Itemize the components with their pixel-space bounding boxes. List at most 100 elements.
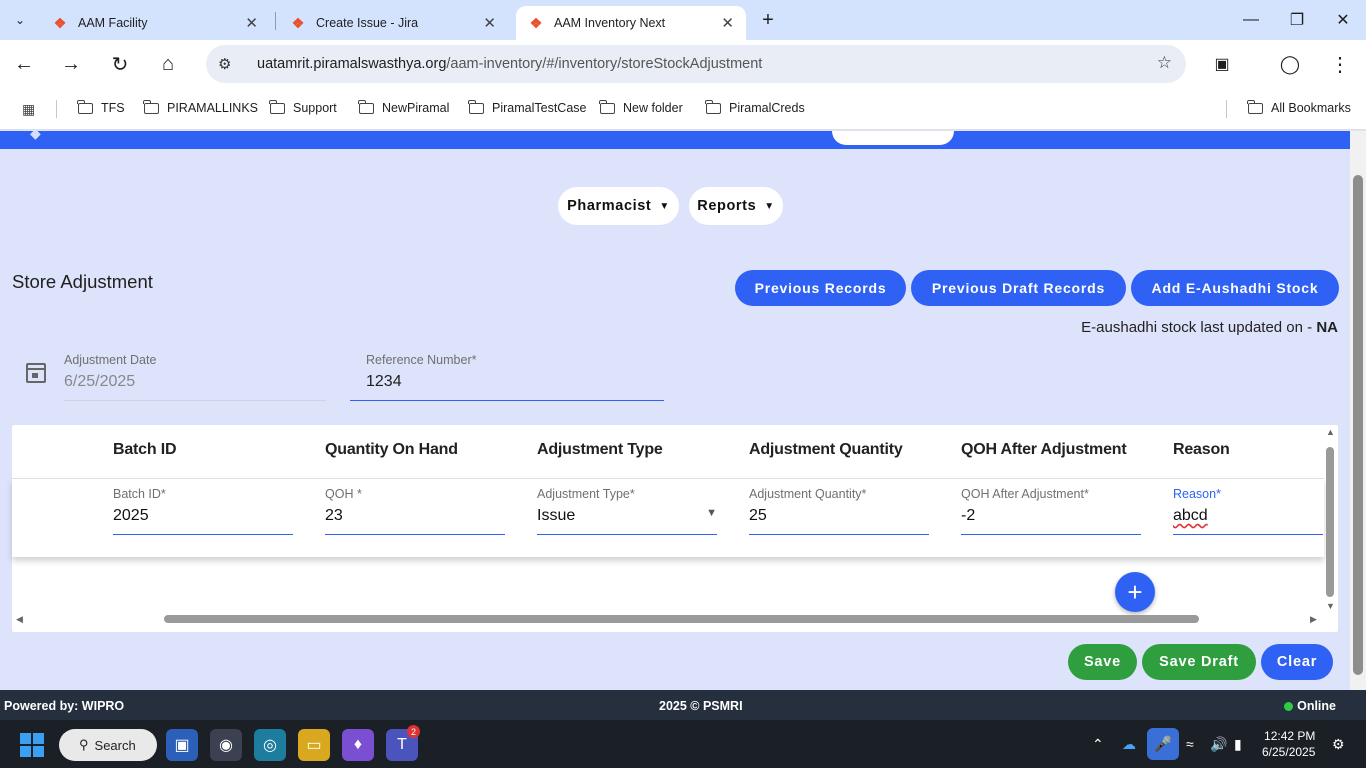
forward-arrow-icon[interactable]: → xyxy=(57,50,85,78)
app-header-bar: ◆ xyxy=(0,131,1350,149)
previous-draft-records-button[interactable]: Previous Draft Records xyxy=(911,270,1126,306)
file-explorer-icon[interactable]: ▭ xyxy=(298,729,330,761)
header-adjustment-type: Adjustment Type xyxy=(537,441,663,458)
onedrive-cloud-icon[interactable]: ☁ xyxy=(1122,736,1136,753)
batch-id-input[interactable]: Batch ID* 2025 xyxy=(113,487,293,535)
page-scrollbar[interactable] xyxy=(1350,131,1366,690)
scroll-up-arrow-icon[interactable]: ▲ xyxy=(1326,427,1335,437)
store-app-icon[interactable]: ▣ xyxy=(166,729,198,761)
battery-icon[interactable]: ▮ xyxy=(1234,736,1242,753)
bookmark-newpiramal[interactable]: NewPiramal xyxy=(358,99,449,115)
bookmark-piramallinks[interactable]: PIRAMALLINKS xyxy=(143,99,258,115)
system-clock[interactable]: 12:42 PM 6/25/2025 xyxy=(1262,728,1315,760)
teams-app-icon[interactable]: T2 xyxy=(386,725,420,761)
tab-separator xyxy=(275,12,276,30)
field-underline xyxy=(64,400,326,401)
scroll-right-arrow-icon[interactable]: ▶ xyxy=(1310,614,1317,625)
bookmark-support[interactable]: Support xyxy=(269,99,337,115)
notification-bell-icon[interactable]: ⚙ xyxy=(1332,736,1345,753)
table-header: Batch ID Quantity On Hand Adjustment Typ… xyxy=(12,425,1324,479)
folder-icon xyxy=(705,99,721,114)
tray-chevron-up-icon[interactable]: ⌃ xyxy=(1092,736,1104,753)
bookmark-piramalcreds[interactable]: PiramalCreds xyxy=(705,99,805,115)
chrome-app-icon[interactable]: ◉ xyxy=(210,729,242,761)
bookmark-piramaltestcase[interactable]: PiramalTestCase xyxy=(468,99,586,115)
adjustment-table: Batch ID Quantity On Hand Adjustment Typ… xyxy=(12,425,1338,632)
browser-tab-jira[interactable]: ❖ Create Issue - Jira ✕ xyxy=(278,6,508,40)
status-dot-icon xyxy=(1284,701,1294,711)
bookmark-star-icon[interactable]: ☆ xyxy=(1157,53,1172,73)
header-language-pill[interactable] xyxy=(832,131,954,145)
bookmark-separator xyxy=(1226,100,1227,118)
profile-avatar-icon[interactable]: ◯ xyxy=(1276,50,1304,78)
add-eaushadhi-stock-button[interactable]: Add E-Aushadhi Stock xyxy=(1131,270,1339,306)
back-arrow-icon[interactable]: ← xyxy=(10,50,38,78)
caret-down-icon: ▼ xyxy=(764,200,775,212)
vertical-scrollbar[interactable]: ▲ ▼ xyxy=(1326,427,1335,611)
previous-records-button[interactable]: Previous Records xyxy=(735,270,906,306)
windows-start-icon[interactable] xyxy=(20,733,44,757)
folder-icon xyxy=(1247,99,1263,114)
restore-icon[interactable]: ❐ xyxy=(1285,8,1309,32)
new-tab-plus-icon[interactable]: + xyxy=(756,8,780,32)
m365-app-icon[interactable]: ♦ xyxy=(342,729,374,761)
adjustment-quantity-input[interactable]: Adjustment Quantity* 25 xyxy=(749,487,929,535)
url-text[interactable]: uatamrit.piramalswasthya.org/aam-invento… xyxy=(257,56,762,72)
reload-icon[interactable]: ↻ xyxy=(106,50,134,78)
tab-search-chevron-icon[interactable]: ⌄ xyxy=(6,6,34,34)
vertical-scroll-thumb[interactable] xyxy=(1326,447,1334,597)
minimize-icon[interactable]: — xyxy=(1239,8,1263,32)
close-tab-icon[interactable]: ✕ xyxy=(483,14,496,32)
app-footer: Powered by: WIPRO 2025 © PSMRI Online xyxy=(0,690,1366,720)
header-adjustment-quantity: Adjustment Quantity xyxy=(749,441,903,458)
caret-down-icon: ▼ xyxy=(659,200,670,212)
browser-tab-aam-facility[interactable]: ❖ AAM Facility ✕ xyxy=(40,6,270,40)
add-row-plus-button[interactable]: + xyxy=(1115,572,1155,612)
browser-tab-aam-inventory[interactable]: ❖ AAM Inventory Next ✕ xyxy=(516,6,746,40)
piramal-favicon-icon: ❖ xyxy=(529,14,543,31)
reference-number-field[interactable]: Reference Number* 1234 xyxy=(350,353,664,401)
site-settings-icon[interactable]: ⚙ xyxy=(218,55,231,73)
window-close-icon[interactable]: ✕ xyxy=(1331,8,1355,32)
home-icon[interactable]: ⌂ xyxy=(154,50,182,78)
save-button[interactable]: Save xyxy=(1068,644,1137,680)
notification-badge: 2 xyxy=(407,725,420,738)
menu-kebab-icon[interactable]: ⋮ xyxy=(1326,50,1354,78)
bookmark-new-folder[interactable]: New folder xyxy=(599,99,683,115)
adjustment-type-select[interactable]: Adjustment Type* Issue ▼ xyxy=(537,487,717,535)
extensions-puzzle-icon[interactable]: ▣ xyxy=(1208,50,1236,78)
all-bookmarks[interactable]: All Bookmarks xyxy=(1247,99,1351,115)
horizontal-scroll-thumb[interactable] xyxy=(164,615,1199,623)
powered-by: Powered by: WIPRO xyxy=(4,699,125,713)
search-icon: ⚲ xyxy=(79,737,89,752)
page-title: Store Adjustment xyxy=(12,271,153,292)
horizontal-scrollbar[interactable]: ◀ ▶ xyxy=(12,612,1324,626)
volume-icon[interactable]: 🔊 xyxy=(1210,736,1227,753)
folder-icon xyxy=(358,99,374,114)
page-scroll-thumb[interactable] xyxy=(1353,175,1363,675)
apps-grid-icon[interactable]: ▦ xyxy=(22,101,35,118)
qoh-after-adjustment-input[interactable]: QOH After Adjustment* -2 xyxy=(961,487,1141,535)
address-bar[interactable]: ⚙ uatamrit.piramalswasthya.org/aam-inven… xyxy=(206,45,1186,83)
reason-input[interactable]: Reason* abcd xyxy=(1173,487,1323,535)
folder-icon xyxy=(468,99,484,114)
piramal-favicon-icon: ❖ xyxy=(291,14,305,31)
folder-icon xyxy=(77,99,93,114)
save-draft-button[interactable]: Save Draft xyxy=(1142,644,1256,680)
pharmacist-menu[interactable]: Pharmacist ▼ xyxy=(558,187,679,225)
bookmark-tfs[interactable]: TFS xyxy=(77,99,125,115)
taskbar-search[interactable]: ⚲ Search xyxy=(59,729,157,761)
scroll-down-arrow-icon[interactable]: ▼ xyxy=(1326,601,1335,611)
qoh-input[interactable]: QOH * 23 xyxy=(325,487,505,535)
edge-app-icon[interactable]: ◎ xyxy=(254,729,286,761)
reports-menu[interactable]: Reports ▼ xyxy=(689,187,783,225)
calendar-icon[interactable] xyxy=(26,363,46,383)
wifi-icon[interactable]: ≈ xyxy=(1186,736,1194,752)
close-tab-icon[interactable]: ✕ xyxy=(245,14,258,32)
scroll-left-arrow-icon[interactable]: ◀ xyxy=(16,614,23,625)
microphone-icon[interactable]: 🎤 xyxy=(1147,728,1179,760)
field-underline xyxy=(350,400,664,401)
close-tab-icon[interactable]: ✕ xyxy=(721,14,734,32)
folder-icon xyxy=(269,99,285,114)
clear-button[interactable]: Clear xyxy=(1261,644,1333,680)
